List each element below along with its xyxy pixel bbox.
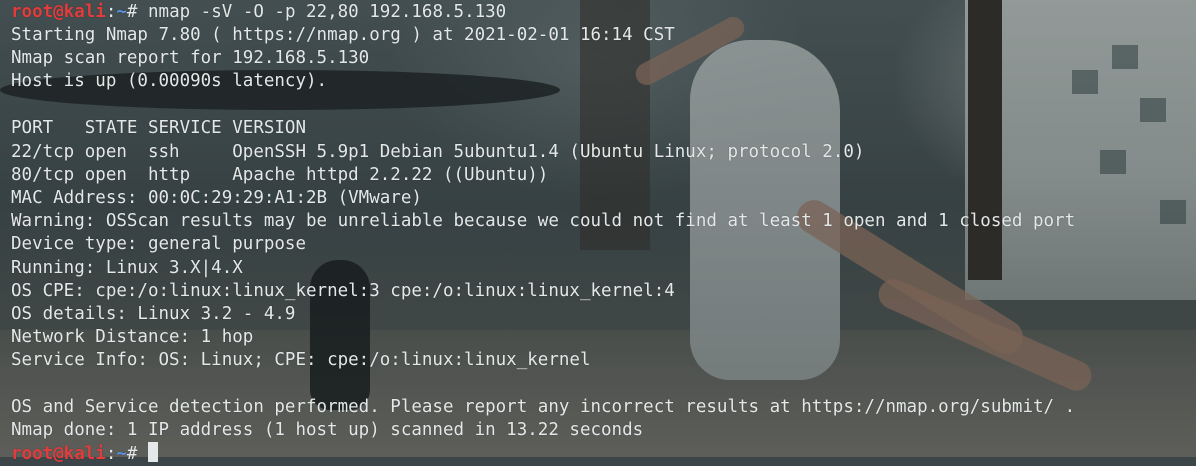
prompt-symbol: #: [126, 2, 148, 22]
prompt-separator: :: [105, 2, 117, 22]
output-line: 80/tcp open http Apache httpd 2.2.22 ((U…: [11, 165, 549, 185]
output-line: MAC Address: 00:0C:29:29:A1:2B (VMware): [11, 188, 422, 208]
text-cursor: [148, 442, 158, 462]
terminal-window[interactable]: root@kali:~# nmap -sV -O -p 22,80 192.16…: [0, 0, 1196, 464]
output-line: OS details: Linux 3.2 - 4.9: [11, 304, 296, 324]
prompt-user-host: root@kali: [11, 444, 106, 464]
input-prompt-line[interactable]: root@kali:~#: [11, 442, 158, 465]
output-line: Service Info: OS: Linux; CPE: cpe:/o:lin…: [11, 350, 591, 370]
output-line: Warning: OSScan results may be unreliabl…: [11, 211, 1076, 231]
output-line: PORT STATE SERVICE VERSION: [11, 118, 307, 138]
prompt-separator: :: [105, 444, 117, 464]
command-text: nmap -sV -O -p 22,80 192.168.5.130: [148, 2, 507, 22]
output-line: Device type: general purpose: [11, 234, 307, 254]
output-line: Starting Nmap 7.80 ( https://nmap.org ) …: [11, 25, 675, 45]
command-line: root@kali:~# nmap -sV -O -p 22,80 192.16…: [11, 1, 506, 24]
prompt-symbol: #: [126, 444, 148, 464]
output-line: OS CPE: cpe:/o:linux:linux_kernel:3 cpe:…: [11, 281, 675, 301]
output-line: Nmap done: 1 IP address (1 host up) scan…: [11, 420, 644, 440]
output-line: Network Distance: 1 hop: [11, 327, 254, 347]
output-line: OS and Service detection performed. Plea…: [11, 397, 1076, 417]
output-line: Host is up (0.00090s latency).: [11, 71, 328, 91]
output-line: Nmap scan report for 192.168.5.130: [11, 48, 370, 68]
output-line: 22/tcp open ssh OpenSSH 5.9p1 Debian 5ub…: [11, 142, 865, 162]
output-line: Running: Linux 3.X|4.X: [11, 258, 243, 278]
prompt-user-host: root@kali: [11, 2, 106, 22]
prompt-path: ~: [116, 444, 127, 464]
prompt-path: ~: [116, 2, 127, 22]
